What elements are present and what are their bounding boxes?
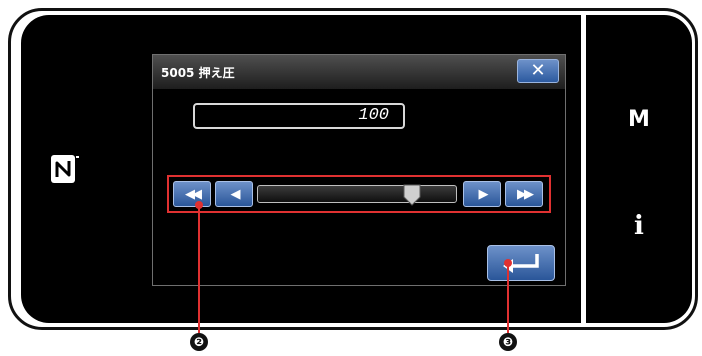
step-left-icon: ◀ — [230, 186, 241, 202]
enter-button[interactable] — [487, 245, 555, 281]
side-screen: M i — [586, 15, 692, 323]
slider-thumb[interactable] — [403, 184, 421, 206]
operation-panel: 5005 押え圧 ✕ 100 ◀◀ ◀ ▶ ▶▶ M i — [8, 8, 698, 330]
fast-rewind-button[interactable]: ◀◀ — [173, 181, 211, 207]
fast-forward-icon: ▶▶ — [517, 186, 534, 202]
callout-number-2: ❷ — [190, 333, 208, 351]
parameter-dialog: 5005 押え圧 ✕ 100 ◀◀ ◀ ▶ ▶▶ — [152, 54, 566, 286]
dialog-title: 5005 押え圧 — [161, 66, 235, 80]
close-icon: ✕ — [530, 60, 546, 81]
step-left-button[interactable]: ◀ — [215, 181, 253, 207]
slider-control: ◀◀ ◀ ▶ ▶▶ — [167, 175, 551, 213]
step-right-button[interactable]: ▶ — [463, 181, 501, 207]
step-right-icon: ▶ — [478, 186, 489, 202]
fast-forward-button[interactable]: ▶▶ — [505, 181, 543, 207]
callout-line-enter — [507, 263, 509, 333]
fast-rewind-icon: ◀◀ — [185, 186, 202, 202]
main-screen: 5005 押え圧 ✕ 100 ◀◀ ◀ ▶ ▶▶ — [21, 15, 581, 323]
callout-number-3: ❸ — [499, 333, 517, 351]
close-button[interactable]: ✕ — [517, 59, 559, 83]
slider-track[interactable] — [257, 184, 457, 206]
info-button[interactable]: i — [586, 211, 692, 241]
callout-line-slider — [198, 205, 200, 333]
dialog-titlebar: 5005 押え圧 ✕ — [153, 55, 565, 89]
value-display: 100 — [193, 103, 405, 129]
nfc-icon — [51, 155, 79, 183]
mode-button[interactable]: M — [586, 107, 692, 132]
